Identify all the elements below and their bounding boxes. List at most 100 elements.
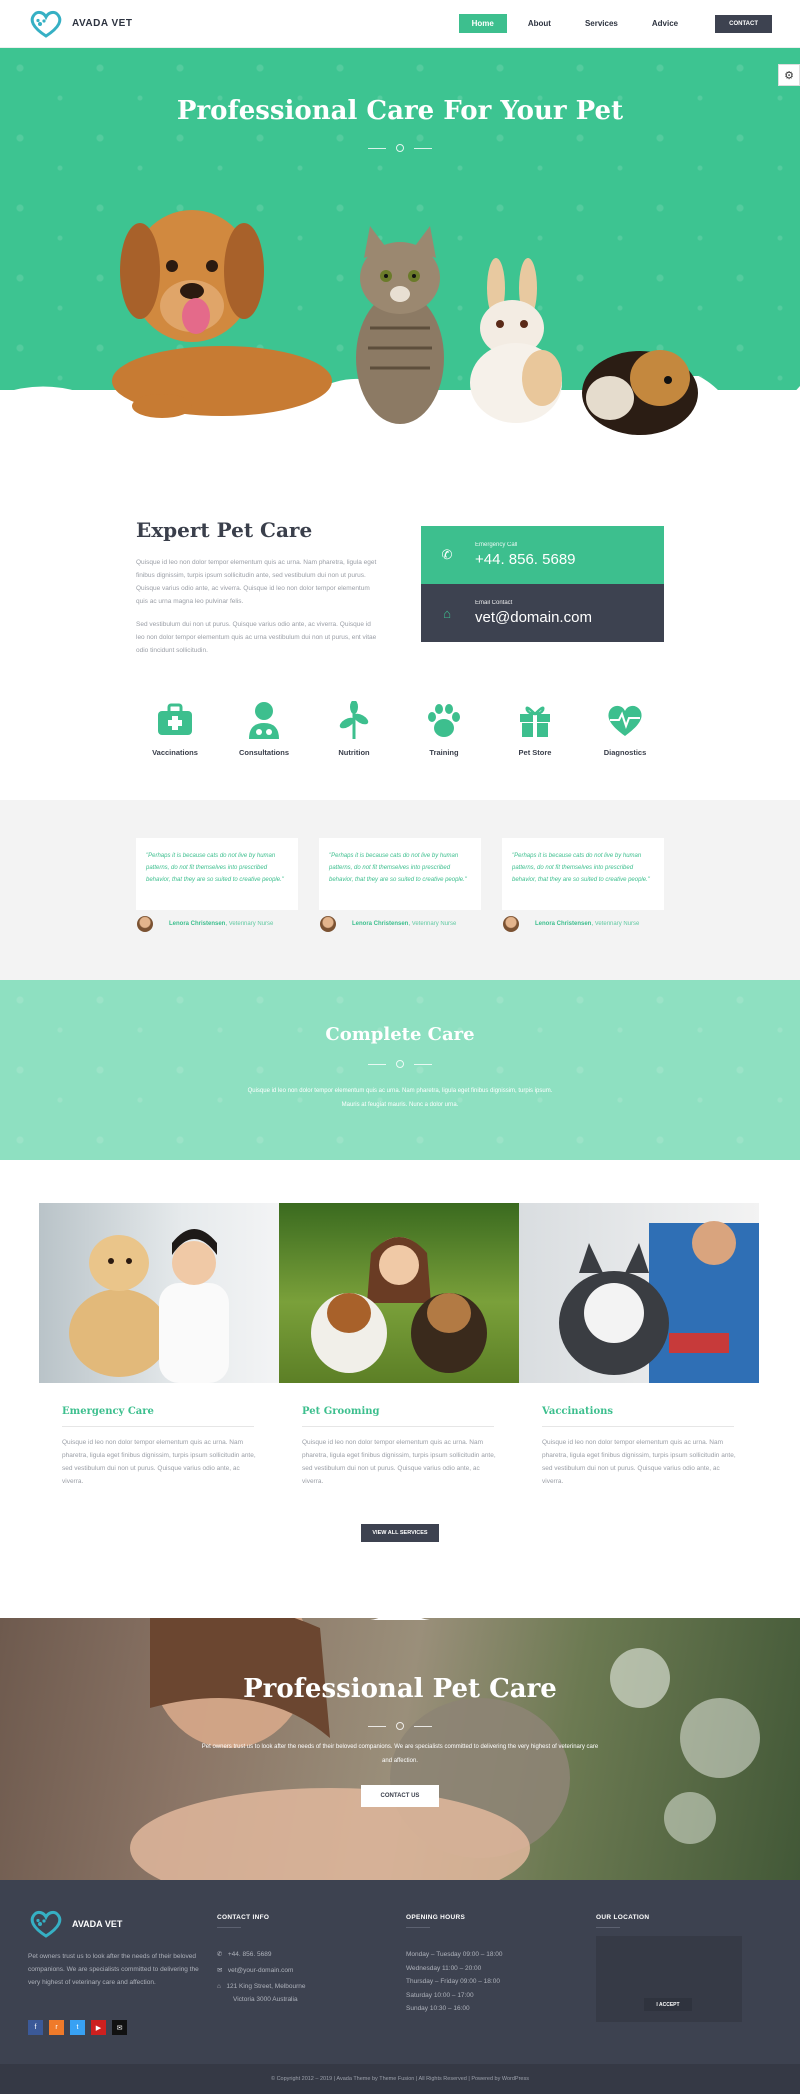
- footer-logo[interactable]: AVADA VET: [28, 1910, 122, 1938]
- map-pin-icon: ⌂: [217, 1983, 221, 1990]
- banner-title: Professional Pet Care: [243, 1674, 557, 1704]
- nav-advice[interactable]: Advice: [639, 14, 691, 33]
- footer-phone-row: ✆ +44. 856. 5689: [217, 1948, 271, 1961]
- author-name: Lenora Christensen: [535, 921, 592, 927]
- footer-address-1: 121 King Street, Melbourne: [226, 1983, 306, 1990]
- youtube-icon[interactable]: ▶: [91, 2020, 106, 2035]
- service-pet-store[interactable]: Pet Store: [490, 700, 580, 757]
- rabbit-image: [470, 258, 562, 423]
- author-role: Veterinary Nurse: [411, 921, 457, 927]
- emergency-phone: +44. 856. 5689: [475, 551, 576, 568]
- expert-paragraph-2: Sed vestibulum dui non ut purus. Quisque…: [136, 621, 377, 654]
- avatar: [137, 916, 153, 932]
- complete-care-text: Quisque id leo non dolor tempor elementu…: [247, 1088, 553, 1108]
- hours-row: Monday – Tuesday 09:00 – 18:00: [406, 1951, 503, 1958]
- view-all-services-button[interactable]: VIEW ALL SERVICES: [361, 1524, 439, 1542]
- card-title-grooming[interactable]: Pet Grooming: [302, 1406, 380, 1417]
- banner-text: Pet owners trust us to look after the ne…: [201, 1744, 599, 1764]
- rss-icon[interactable]: r: [49, 2020, 64, 2035]
- dog-image: [112, 210, 332, 418]
- nav-services[interactable]: Services: [572, 14, 631, 33]
- complete-care-section: Complete Care Quisque id leo non dolor t…: [0, 980, 800, 1160]
- avatar: [320, 916, 336, 932]
- pet-grooming-photo: [279, 1203, 519, 1383]
- emergency-care-photo: [39, 1203, 279, 1383]
- email-label: Email Contact: [475, 600, 513, 606]
- service-consultations[interactable]: Consultations: [219, 700, 309, 757]
- testimonial-author: Lenora Christensen, Veterinary Nurse: [320, 916, 456, 932]
- service-nutrition[interactable]: Nutrition: [309, 700, 399, 757]
- footer: AVADA VET Pet owners trust us to look af…: [0, 1880, 800, 2064]
- footer-email[interactable]: vet@your-domain.com: [228, 1967, 293, 1974]
- testimonial-author: Lenora Christensen, Veterinary Nurse: [503, 916, 639, 932]
- hours-row: Sunday 10:30 – 16:00: [406, 2005, 470, 2012]
- hero-section: Professional Care For Your Pet: [0, 48, 800, 490]
- logo-heart-icon: [30, 10, 62, 38]
- logo[interactable]: AVADA VET: [28, 10, 132, 38]
- author-role: Veterinary Nurse: [594, 921, 640, 927]
- vaccinations-photo: [519, 1203, 759, 1383]
- opening-hours-heading: OPENING HOURS: [406, 1914, 466, 1921]
- card-title-vaccinations[interactable]: Vaccinations: [542, 1406, 613, 1417]
- hours-row: Thursday – Friday 09:00 – 18:00: [406, 1978, 500, 1985]
- our-location-heading: OUR LOCATION: [596, 1914, 650, 1921]
- emergency-label: Emergency Call: [475, 542, 518, 548]
- service-label: Nutrition: [338, 748, 370, 757]
- card-title-emergency[interactable]: Emergency Care: [62, 1406, 154, 1417]
- card-text: Quisque id leo non dolor tempor elementu…: [542, 1439, 736, 1485]
- twitter-icon[interactable]: t: [70, 2020, 85, 2035]
- card-text: Quisque id leo non dolor tempor elementu…: [62, 1439, 256, 1485]
- gift-icon: [515, 700, 555, 740]
- service-label: Training: [429, 748, 459, 757]
- accept-button[interactable]: I ACCEPT: [644, 1998, 692, 2011]
- banner-notch: [370, 1593, 430, 1620]
- hours-row: Wednesday 11:00 – 20:00: [406, 1965, 482, 1972]
- copyright-bar: © Copyright 2012 – 2019 | Avada Theme by…: [0, 2064, 800, 2094]
- testimonial-card: "Perhaps it is because cats do not live …: [319, 838, 481, 910]
- brand-name: AVADA VET: [72, 18, 133, 29]
- contact-button[interactable]: CONTACT: [715, 14, 772, 33]
- paw-icon: [424, 700, 464, 740]
- expert-title: Expert Pet Care: [136, 518, 313, 542]
- service-vaccinations[interactable]: Vaccinations: [130, 700, 220, 757]
- doctor-icon: [244, 700, 284, 740]
- contact-info-heading: CONTACT INFO: [217, 1914, 270, 1921]
- service-diagnostics[interactable]: Diagnostics: [580, 700, 670, 757]
- footer-address-row: ⌂ 121 King Street, Melbourne: [217, 1980, 306, 1993]
- phone-icon: ✆: [441, 547, 453, 562]
- header: AVADA VET Home About Services Advice CON…: [0, 0, 800, 48]
- email-icon[interactable]: ✉: [112, 2020, 127, 2035]
- testimonial-card: "Perhaps it is because cats do not live …: [136, 838, 298, 910]
- contact-us-button[interactable]: CONTACT US: [361, 1785, 439, 1807]
- nav-about[interactable]: About: [515, 14, 564, 33]
- settings-gear-icon[interactable]: ⚙: [778, 64, 800, 86]
- home-icon: ⌂: [443, 605, 451, 621]
- facebook-icon[interactable]: f: [28, 2020, 43, 2035]
- emergency-call-box[interactable]: ✆ Emergency Call +44. 856. 5689: [421, 526, 664, 584]
- footer-brand: AVADA VET: [72, 1919, 123, 1929]
- author-name: Lenora Christensen: [352, 921, 409, 927]
- complete-care-title: Complete Care: [325, 1024, 475, 1045]
- testimonial-author: Lenora Christensen, Veterinary Nurse: [137, 916, 273, 932]
- footer-email-row: ✉ vet@your-domain.com: [217, 1964, 293, 1977]
- author-role: Veterinary Nurse: [228, 921, 274, 927]
- card-text: Quisque id leo non dolor tempor elementu…: [302, 1439, 496, 1485]
- footer-address-2: Victoria 3000 Australia: [233, 1996, 298, 2003]
- service-training[interactable]: Training: [399, 700, 489, 757]
- email-contact-box[interactable]: ⌂ Email Contact vet@domain.com: [421, 584, 664, 642]
- banner-divider: [0, 1722, 800, 1730]
- cat-image: [356, 226, 444, 424]
- cat-icon: [396, 1722, 404, 1730]
- email-value: vet@domain.com: [475, 609, 592, 626]
- envelope-icon: ✉: [217, 1967, 223, 1974]
- nav-home[interactable]: Home: [458, 14, 507, 33]
- phone-icon: ✆: [217, 1951, 223, 1958]
- care-divider: [0, 1060, 800, 1068]
- footer-about: Pet owners trust us to look after the ne…: [28, 1953, 199, 1986]
- guinea-pig-image: [582, 350, 698, 435]
- hours-row: Saturday 10:00 – 17:00: [406, 1992, 474, 1999]
- avatar: [503, 916, 519, 932]
- hero-divider: [0, 144, 800, 152]
- logo-heart-icon: [30, 1910, 62, 1938]
- hero-title: Professional Care For Your Pet: [176, 96, 624, 126]
